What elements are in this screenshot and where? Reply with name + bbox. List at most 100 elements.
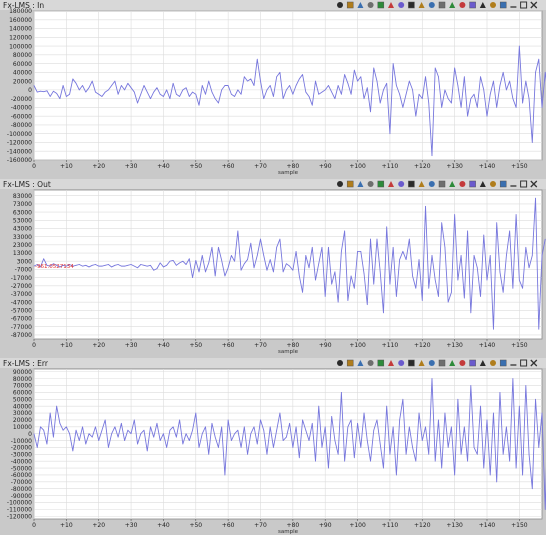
chart-window-2: Fx-LMS : Out 83000730006300053000 43000330…	[0, 179, 546, 355]
data-point	[473, 447, 475, 448]
zoom-out-icon[interactable]	[438, 1, 446, 9]
print-icon[interactable]	[367, 360, 374, 366]
help-icon[interactable]	[490, 360, 496, 366]
x-tick-label: +140	[479, 342, 496, 349]
zoom-out-icon[interactable]	[438, 359, 446, 367]
data-point	[405, 453, 407, 455]
data-point	[263, 98, 265, 99]
data-point	[425, 426, 426, 428]
data-point	[438, 76, 439, 78]
cursor-icon[interactable]	[337, 360, 343, 366]
table-icon[interactable]	[469, 180, 476, 188]
data-point	[211, 91, 213, 93]
data-point	[185, 87, 187, 89]
data-point	[218, 246, 219, 248]
x-tick-label: +70	[254, 342, 267, 349]
x-tick-label: +150	[511, 163, 528, 170]
data-point	[146, 450, 148, 452]
data-point	[169, 98, 171, 99]
zoom-in-icon[interactable]	[428, 181, 435, 187]
y-tick-label: 23000	[13, 242, 32, 249]
data-point	[399, 419, 400, 421]
print-icon[interactable]	[367, 2, 374, 8]
y-tick-label: 63000	[13, 209, 32, 216]
data-point	[298, 78, 300, 80]
data-point	[143, 85, 145, 86]
data-point	[402, 398, 404, 400]
cursor-icon[interactable]	[337, 2, 343, 8]
next-icon[interactable]	[398, 181, 405, 187]
data-point	[392, 246, 394, 248]
hand-icon[interactable]	[346, 180, 354, 188]
data-point	[176, 264, 177, 266]
data-point	[535, 398, 536, 400]
data-point	[279, 238, 281, 240]
data-point	[457, 398, 459, 400]
y-tick-label: -77000	[11, 324, 32, 331]
grid-icon[interactable]	[459, 360, 466, 366]
data-point	[383, 89, 384, 91]
data-point	[253, 426, 255, 428]
y-tick-label: 80000	[13, 52, 32, 59]
data-point	[538, 58, 540, 60]
data-point	[366, 440, 368, 441]
data-point	[130, 433, 132, 435]
data-point	[353, 457, 355, 459]
data-point	[454, 214, 455, 215]
data-point	[305, 255, 307, 256]
data-point	[72, 450, 74, 452]
chart-icon[interactable]	[408, 180, 415, 188]
chart-icon[interactable]	[408, 1, 415, 9]
help-icon[interactable]	[490, 181, 496, 187]
data-point	[415, 115, 417, 117]
data-point	[531, 255, 533, 256]
next-icon[interactable]	[398, 2, 405, 8]
dock-icon[interactable]	[499, 1, 507, 9]
data-point	[370, 238, 371, 240]
dock-icon[interactable]	[499, 359, 507, 367]
data-point	[40, 426, 41, 428]
table-icon[interactable]	[469, 1, 476, 9]
data-point	[78, 264, 80, 265]
next-icon[interactable]	[398, 360, 405, 366]
data-point	[172, 426, 174, 428]
grid-icon[interactable]	[459, 181, 466, 187]
data-point	[182, 260, 184, 262]
data-point	[470, 385, 472, 386]
zoom-out-icon[interactable]	[438, 180, 446, 188]
data-point	[195, 93, 197, 95]
data-point	[140, 433, 142, 435]
grid-icon[interactable]	[459, 2, 466, 8]
zoom-in-icon[interactable]	[428, 360, 435, 366]
cursor-value-label: -961.0527134	[35, 264, 74, 270]
hand-icon[interactable]	[346, 359, 354, 367]
data-point	[544, 72, 546, 73]
chart-icon[interactable]	[408, 359, 415, 367]
data-point	[56, 405, 57, 407]
table-icon[interactable]	[469, 359, 476, 367]
print-icon[interactable]	[367, 181, 374, 187]
data-point	[256, 58, 258, 60]
x-tick-label: +60	[222, 522, 235, 529]
data-point	[476, 107, 478, 108]
data-point	[133, 265, 135, 267]
data-point	[198, 447, 200, 448]
prev-icon[interactable]	[377, 1, 385, 9]
prev-icon[interactable]	[377, 180, 385, 188]
cursor-icon[interactable]	[337, 181, 343, 187]
data-point	[121, 265, 122, 267]
zoom-in-icon[interactable]	[428, 2, 435, 8]
data-point	[341, 251, 342, 252]
data-point	[480, 76, 481, 78]
data-point	[276, 76, 278, 78]
hand-icon[interactable]	[346, 1, 354, 9]
data-point	[66, 426, 67, 428]
data-point	[156, 423, 158, 424]
dock-icon[interactable]	[499, 180, 507, 188]
data-point	[108, 264, 109, 265]
prev-icon[interactable]	[377, 359, 385, 367]
x-tick-label: +20	[92, 342, 105, 349]
data-point	[318, 405, 320, 407]
data-point	[182, 89, 184, 91]
help-icon[interactable]	[490, 2, 496, 8]
